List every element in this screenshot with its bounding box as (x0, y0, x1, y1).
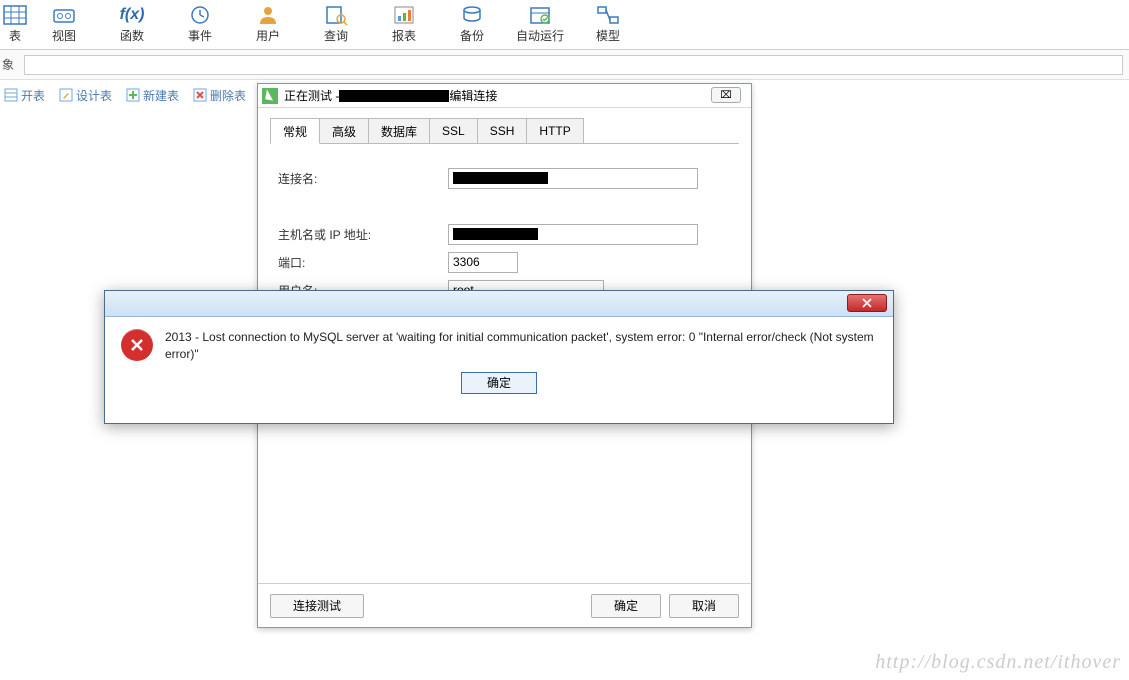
toolstrip-label: 设计表 (76, 87, 112, 104)
ribbon-label: 备份 (460, 27, 484, 44)
address-bar[interactable] (24, 55, 1123, 75)
backup-icon (460, 5, 484, 25)
error-message: 2013 - Lost connection to MySQL server a… (165, 329, 877, 364)
error-dialog: 2013 - Lost connection to MySQL server a… (104, 290, 894, 424)
query-icon (324, 5, 348, 25)
host-label: 主机名或 IP 地址: (278, 226, 448, 243)
ribbon-item-report[interactable]: 报表 (370, 0, 438, 50)
tab-database[interactable]: 数据库 (368, 118, 430, 144)
event-icon (188, 5, 212, 25)
dialog-tabstrip: 常规 高级 数据库 SSL SSH HTTP (270, 118, 739, 144)
new-table-button[interactable]: 新建表 (126, 87, 179, 104)
ribbon-label: 事件 (188, 27, 212, 44)
conn-name-input[interactable] (448, 168, 698, 189)
error-icon (121, 329, 153, 361)
ribbon-label: 自动运行 (516, 27, 564, 44)
dialog-footer: 连接测试 确定 取消 (258, 583, 751, 627)
dialog-close-button[interactable]: ⌧ (711, 87, 741, 103)
delete-table-button[interactable]: 删除表 (193, 87, 246, 104)
ribbon-item-event[interactable]: 事件 (166, 0, 234, 50)
report-icon (392, 5, 416, 25)
error-titlebar[interactable] (105, 291, 893, 317)
cancel-button[interactable]: 取消 (669, 594, 739, 618)
tab-http[interactable]: HTTP (526, 118, 583, 144)
toolstrip-label: 删除表 (210, 87, 246, 104)
port-input[interactable] (448, 252, 518, 273)
ribbon-label: 报表 (392, 27, 416, 44)
error-body: 2013 - Lost connection to MySQL server a… (105, 317, 893, 372)
function-icon: f(x) (120, 5, 144, 25)
ribbon-item-view[interactable]: 视图 (30, 0, 98, 50)
tab-advanced[interactable]: 高级 (319, 118, 369, 144)
toolstrip-label: 新建表 (143, 87, 179, 104)
design-icon (59, 88, 73, 102)
conn-name-label: 连接名: (278, 170, 448, 187)
error-footer: 确定 (105, 372, 893, 402)
title-prefix: 正在测试 - (284, 87, 339, 104)
tab-ssh[interactable]: SSH (477, 118, 528, 144)
new-icon (126, 88, 140, 102)
ribbon-label: 表 (9, 27, 21, 44)
title-suffix: 编辑连接 (449, 87, 497, 104)
schedule-icon (528, 5, 552, 25)
table-icon (3, 5, 27, 25)
close-icon (862, 298, 872, 308)
tab-ssl[interactable]: SSL (429, 118, 478, 144)
ribbon-label: 函数 (120, 27, 144, 44)
watermark-text: http://blog.csdn.net/ithover (875, 651, 1121, 674)
address-bar-row: 象 (0, 50, 1129, 80)
ribbon-item-query[interactable]: 查询 (302, 0, 370, 50)
ribbon-item-backup[interactable]: 备份 (438, 0, 506, 50)
model-icon (596, 5, 620, 25)
ribbon-item-function[interactable]: f(x) 函数 (98, 0, 166, 50)
ribbon-item-model[interactable]: 模型 (574, 0, 642, 50)
ribbon-item-user[interactable]: 用户 (234, 0, 302, 50)
port-label: 端口: (278, 254, 448, 271)
toolstrip-label: 开表 (21, 87, 45, 104)
ok-button[interactable]: 确定 (591, 594, 661, 618)
test-connection-button[interactable]: 连接测试 (270, 594, 364, 618)
ribbon-label: 视图 (52, 27, 76, 44)
delete-icon (193, 88, 207, 102)
main-ribbon: 表 视图 f(x) 函数 事件 用户 查询 报表 备份 自动运行 模型 (0, 0, 1129, 50)
design-table-button[interactable]: 设计表 (59, 87, 112, 104)
open-table-button[interactable]: 开表 (4, 87, 45, 104)
title-redacted (339, 90, 449, 102)
ribbon-label: 模型 (596, 27, 620, 44)
ribbon-label: 用户 (256, 27, 280, 44)
ribbon-label: 查询 (324, 27, 348, 44)
ribbon-item-table[interactable]: 表 (0, 0, 30, 50)
ribbon-item-schedule[interactable]: 自动运行 (506, 0, 574, 50)
error-ok-button[interactable]: 确定 (461, 372, 537, 394)
dialog-titlebar[interactable]: 正在测试 - 编辑连接 ⌧ (258, 84, 751, 108)
tab-general[interactable]: 常规 (270, 118, 320, 144)
navicat-icon (262, 88, 278, 104)
user-icon (256, 5, 280, 25)
host-input[interactable] (448, 224, 698, 245)
address-prefix: 象 (0, 56, 18, 73)
grid-icon (4, 88, 18, 102)
error-close-button[interactable] (847, 294, 887, 312)
view-icon (52, 5, 76, 25)
